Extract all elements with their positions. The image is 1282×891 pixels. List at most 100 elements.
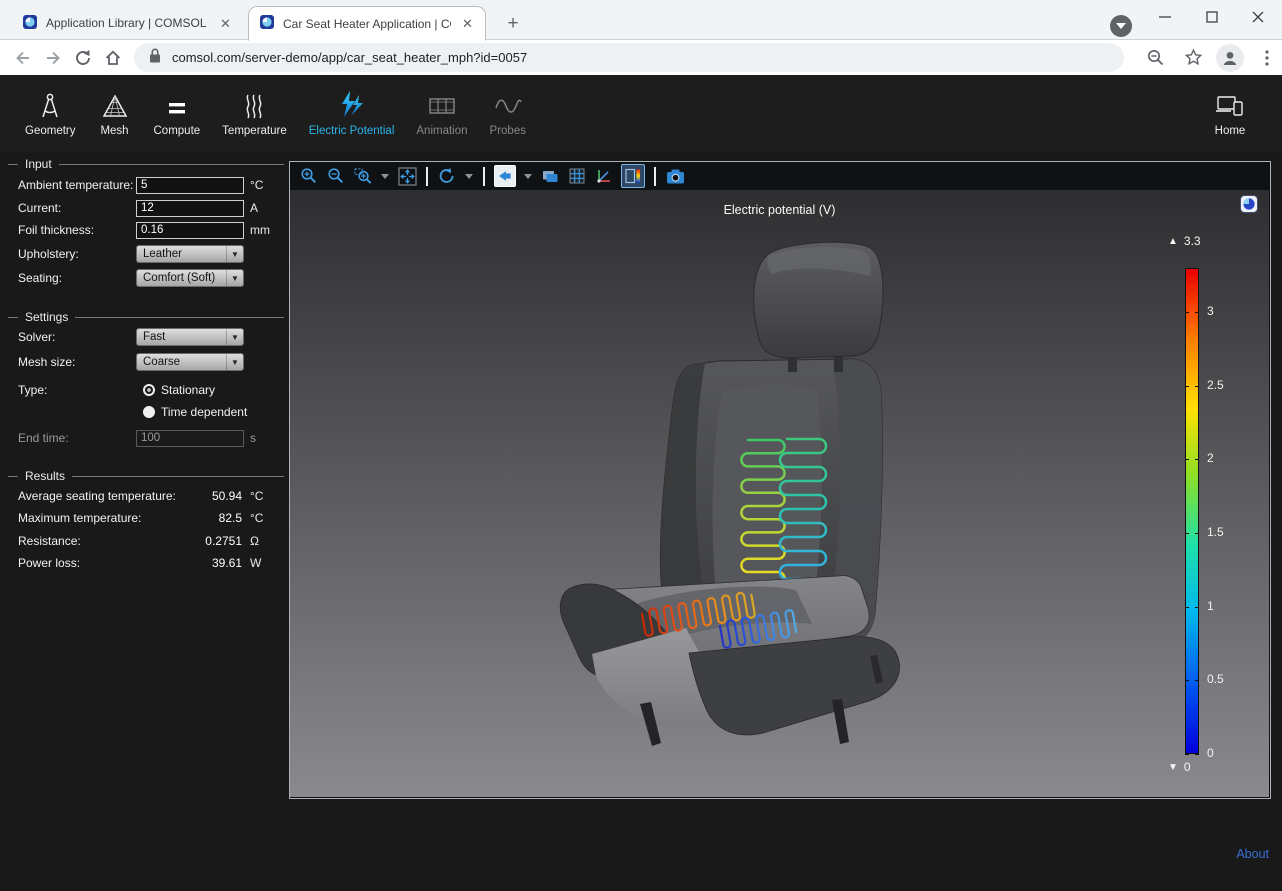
- about-link[interactable]: About: [1236, 847, 1269, 861]
- zoom-extents-button[interactable]: [397, 166, 417, 186]
- upholstery-label: Upholstery:: [18, 247, 79, 261]
- stationary-radio[interactable]: [143, 384, 155, 396]
- address-bar[interactable]: comsol.com/server-demo/app/car_seat_heat…: [134, 43, 1124, 72]
- legend-tick-mark: [1185, 680, 1189, 681]
- app-ribbon: Geometry Mesh Compute Temperature: [0, 75, 1282, 152]
- bookmark-star-icon[interactable]: [1178, 43, 1208, 73]
- mesh-size-dropdown[interactable]: Coarse▼: [136, 353, 244, 371]
- power-loss-label: Power loss:: [18, 556, 80, 570]
- back-button[interactable]: [8, 43, 38, 73]
- forward-button[interactable]: [38, 43, 68, 73]
- foil-thickness-field[interactable]: 0.16: [136, 222, 244, 239]
- ribbon-home-button[interactable]: Home: [1202, 86, 1258, 139]
- grid-button[interactable]: [567, 166, 587, 186]
- legend-tick-label: 1: [1207, 599, 1214, 613]
- ribbon-mesh-button[interactable]: Mesh: [87, 86, 143, 139]
- comsol-app: Geometry Mesh Compute Temperature: [0, 75, 1282, 891]
- tab-title: Car Seat Heater Application | CO: [283, 17, 451, 31]
- zoom-in-button[interactable]: [299, 166, 319, 186]
- toolbar-separator: [654, 167, 656, 186]
- ribbon-electric-potential-button[interactable]: Electric Potential: [298, 86, 406, 139]
- tab-title: Application Library | COMSOL Se: [46, 16, 209, 30]
- browser-chrome: Application Library | COMSOL Se ✕ Car Se…: [0, 0, 1282, 75]
- seating-label: Seating:: [18, 271, 62, 285]
- browser-zoom-icon[interactable]: [1140, 43, 1170, 73]
- chevron-down-icon: ▼: [226, 354, 243, 370]
- legend-tick-mark: [1195, 680, 1199, 681]
- comsol-logo-icon: [1240, 195, 1258, 218]
- tab-car-seat-heater[interactable]: Car Seat Heater Application | CO ✕: [248, 6, 486, 41]
- ribbon-compute-button[interactable]: Compute: [143, 86, 212, 139]
- rotate-view-button[interactable]: [437, 166, 457, 186]
- window-minimize-button[interactable]: [1143, 0, 1187, 34]
- legend-tick-mark: [1195, 533, 1199, 534]
- stationary-radio-label: Stationary: [161, 383, 215, 397]
- upholstery-dropdown[interactable]: Leather▼: [136, 245, 244, 263]
- solver-dropdown[interactable]: Fast▼: [136, 328, 244, 346]
- legend-tick-label: 1.5: [1207, 525, 1224, 539]
- legend-tick-mark: [1185, 533, 1189, 534]
- chevron-down-icon: ▼: [226, 246, 243, 262]
- scene-light-caret-icon[interactable]: [523, 166, 533, 186]
- foil-thickness-label: Foil thickness:: [18, 223, 94, 237]
- legend-tick-mark: [1185, 386, 1189, 387]
- tab-search-button[interactable]: [1110, 15, 1132, 37]
- close-tab-icon[interactable]: ✕: [217, 15, 234, 32]
- end-time-field[interactable]: 100: [136, 430, 244, 447]
- comsol-favicon-icon: [259, 14, 275, 33]
- chevron-down-icon: ▼: [226, 270, 243, 286]
- parameter-sidebar: Input Ambient temperature: 5 °C Current:…: [0, 152, 288, 891]
- seating-dropdown[interactable]: Comfort (Soft)▼: [136, 269, 244, 287]
- lock-icon: [148, 47, 162, 69]
- ribbon-animation-button[interactable]: Animation: [405, 86, 478, 139]
- type-label: Type:: [18, 383, 47, 397]
- graphics-panel: Electric potential (V) ▲3.3 32.521.510.5…: [289, 161, 1271, 799]
- avg-seating-temp-unit: °C: [250, 489, 263, 503]
- ambient-temperature-field[interactable]: 5: [136, 177, 244, 194]
- legend-tick-mark: [1185, 312, 1189, 313]
- zoom-out-button[interactable]: [326, 166, 346, 186]
- ribbon-temperature-button[interactable]: Temperature: [211, 86, 298, 139]
- axes-button[interactable]: [594, 166, 614, 186]
- ribbon-geometry-button[interactable]: Geometry: [14, 86, 87, 139]
- ribbon-probes-button[interactable]: Probes: [479, 86, 537, 139]
- legend-tick-mark: [1195, 386, 1199, 387]
- animation-filmstrip-icon: [427, 88, 457, 120]
- power-loss-value: 39.61: [136, 556, 242, 570]
- zoom-box-button[interactable]: [353, 166, 373, 186]
- color-legend-button[interactable]: [621, 164, 645, 188]
- car-seat-3d-model: [290, 190, 1269, 797]
- input-section-header: Input: [8, 156, 284, 172]
- legend-tick-label: 3: [1207, 304, 1214, 318]
- profile-avatar[interactable]: [1216, 44, 1244, 72]
- browser-menu-kebab-icon[interactable]: [1252, 43, 1282, 73]
- solver-label: Solver:: [18, 330, 55, 344]
- temperature-waves-icon: [241, 88, 267, 120]
- screenshot-camera-button[interactable]: [665, 166, 685, 186]
- ambient-temperature-label: Ambient temperature:: [18, 178, 133, 192]
- foil-thickness-unit: mm: [250, 223, 270, 237]
- home-button[interactable]: [98, 43, 128, 73]
- ambient-temperature-unit: °C: [250, 178, 263, 192]
- current-field[interactable]: 12: [136, 200, 244, 217]
- zoom-box-caret-icon[interactable]: [380, 166, 390, 186]
- transparency-button[interactable]: [540, 166, 560, 186]
- legend-tick-mark: [1195, 607, 1199, 608]
- close-tab-icon[interactable]: ✕: [459, 15, 476, 32]
- rotate-caret-icon[interactable]: [464, 166, 474, 186]
- home-devices-icon: [1214, 88, 1246, 120]
- tab-application-library[interactable]: Application Library | COMSOL Se ✕: [12, 6, 242, 40]
- legend-max-marker: ▲3.3: [1168, 234, 1201, 248]
- new-tab-button[interactable]: +: [500, 11, 526, 37]
- window-maximize-button[interactable]: [1190, 0, 1234, 34]
- compute-equals-icon: [165, 88, 189, 120]
- reload-button[interactable]: [68, 43, 98, 73]
- url-text: comsol.com/server-demo/app/car_seat_heat…: [172, 50, 527, 65]
- graphics-canvas[interactable]: Electric potential (V) ▲3.3 32.521.510.5…: [290, 190, 1269, 797]
- time-dependent-radio[interactable]: [143, 406, 155, 418]
- current-label: Current:: [18, 201, 61, 215]
- window-close-button[interactable]: [1236, 0, 1280, 34]
- scene-light-button[interactable]: [494, 165, 516, 187]
- max-temp-value: 82.5: [136, 511, 242, 525]
- end-time-label: End time:: [18, 431, 69, 445]
